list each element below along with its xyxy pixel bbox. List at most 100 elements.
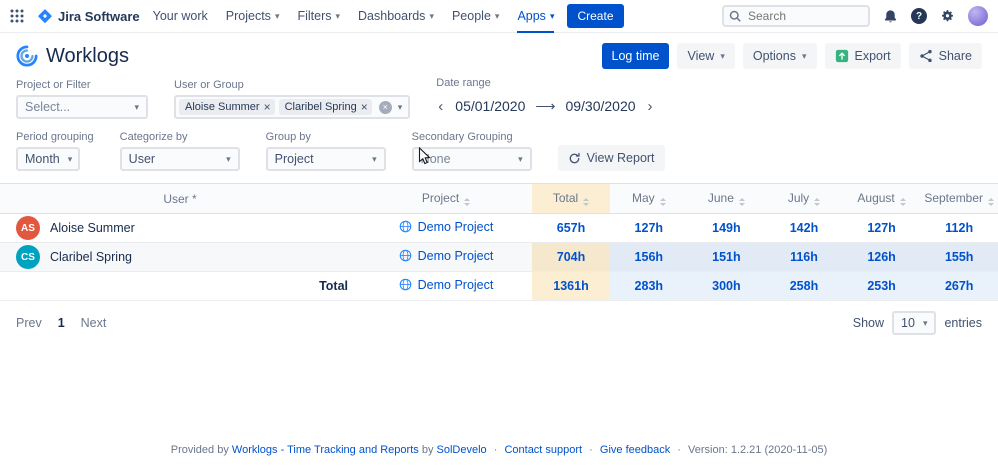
project-cell: Demo Project [360,213,532,243]
hours-link[interactable]: 127h [867,221,896,235]
column-header-august[interactable]: August [842,183,921,214]
date-range-group: Date range ‹ 05/01/2020 ⟶ 09/30/2020 › [436,77,654,119]
hours-link[interactable]: 267h [945,279,974,293]
nav-people[interactable]: People ▾ [452,0,499,33]
nav-filters[interactable]: Filters ▾ [297,0,340,33]
total-hours-link[interactable]: 657h [557,221,586,235]
period-grouping-select[interactable]: Month ▾ [16,147,80,171]
prev-page-button[interactable]: Prev [16,316,42,330]
separator-dot: · [589,444,593,456]
plugin-footer: Provided by Worklogs - Time Tracking and… [0,434,998,470]
hours-link[interactable]: 258h [790,279,819,293]
categorize-by-select[interactable]: User ▾ [119,147,240,171]
project-link[interactable]: Demo Project [418,249,494,263]
secondary-grouping-select[interactable]: None ▾ [411,147,532,171]
project-or-filter-select[interactable]: Select... ▾ [16,95,148,119]
hours-link[interactable]: 300h [712,279,741,293]
options-dropdown-button[interactable]: Options ▾ [742,43,817,69]
hours-link[interactable]: 127h [635,221,664,235]
nav-your-work[interactable]: Your work [153,0,208,33]
page-title: Worklogs [46,44,129,67]
share-button[interactable]: Share [908,43,982,69]
create-button[interactable]: Create [567,4,624,28]
worklogs-plugin-link[interactable]: Worklogs - Time Tracking and Reports [232,444,419,456]
project-cell: Demo Project [360,271,532,301]
clear-all-icon[interactable]: × [378,100,392,114]
page-number[interactable]: 1 [58,316,65,330]
hours-link[interactable]: 151h [712,250,741,264]
view-report-button[interactable]: View Report [557,145,665,171]
column-header-june[interactable]: June [687,183,766,214]
column-header-july[interactable]: July [765,183,843,214]
date-prev-icon[interactable]: ‹ [436,99,445,114]
hours-link[interactable]: 116h [790,250,818,264]
worklogs-table: User * Project Total May June July Augus… [0,183,998,301]
help-icon[interactable]: ? [911,8,927,24]
nav-projects[interactable]: Projects ▾ [226,0,280,33]
app-switcher-icon[interactable] [10,9,24,23]
hours-link[interactable]: 156h [635,250,664,264]
user-name: Aloise Summer [50,221,135,235]
date-next-icon[interactable]: › [646,99,655,114]
notifications-bell-icon[interactable] [883,9,898,24]
hours-link[interactable]: 126h [867,250,896,264]
main-navigation: Your work Projects ▾ Filters ▾ Dashboards ▾… [153,0,555,33]
total-hours-link[interactable]: 704h [557,250,586,264]
total-row-label: Total [0,271,360,301]
hours-link[interactable]: 283h [635,279,664,293]
hours-link[interactable]: 155h [945,250,974,264]
chevron-down-icon: ▾ [494,10,500,21]
view-dropdown-button[interactable]: View ▾ [677,43,735,69]
nav-dashboards[interactable]: Dashboards ▾ [358,0,434,33]
next-page-button[interactable]: Next [81,316,107,330]
chevron-down-icon: ▾ [720,50,725,61]
total-hours-link[interactable]: 1361h [553,279,588,293]
jira-worklogs-page: Jira Software Your work Projects ▾ Filter… [0,0,998,470]
nav-apps[interactable]: Apps ▾ [517,0,554,33]
project-link[interactable]: Demo Project [418,278,494,292]
header-actions: Log time View ▾ Options ▾ Export Share [601,43,982,69]
page-header: Worklogs Log time View ▾ Options ▾ Expor… [0,33,998,77]
column-header-user[interactable]: User * [0,183,360,214]
categorize-by-label: Categorize by [119,131,188,143]
page-size-select[interactable]: 10 ▾ [892,311,937,335]
sort-icon [899,198,906,206]
vendor-link[interactable]: SolDevelo [437,444,487,456]
search-input[interactable] [722,5,870,27]
hours-link[interactable]: 253h [867,279,896,293]
brand-text: Jira Software [58,8,140,24]
export-button[interactable]: Export [824,43,901,69]
worklogs-logo [16,45,38,67]
july-cell: 258h [765,271,843,301]
period-grouping-label: Period grouping [16,131,94,143]
date-end[interactable]: 09/30/2020 [565,98,635,114]
jira-logo[interactable]: Jira Software [37,8,140,24]
log-time-button[interactable]: Log time [601,43,670,69]
column-header-may[interactable]: May [610,183,688,214]
secondary-grouping-label: Secondary Grouping [411,131,513,143]
remove-tag-icon[interactable]: × [264,101,271,113]
hours-link[interactable]: 149h [712,221,741,235]
column-header-total[interactable]: Total [532,183,610,214]
september-cell: 112h [920,213,998,243]
give-feedback-link[interactable]: Give feedback [600,444,670,456]
hours-link[interactable]: 142h [790,221,819,235]
august-cell: 253h [842,271,921,301]
user-or-group-multiselect[interactable]: Aloise Summer × Claribel Spring × × ▾ [174,95,411,119]
entries-label: entries [944,316,982,330]
contact-support-link[interactable]: Contact support [504,444,582,456]
column-header-project[interactable]: Project [360,183,532,214]
column-header-september[interactable]: September [920,183,998,214]
separator-dot: · [493,444,498,456]
settings-gear-icon[interactable] [940,9,955,24]
remove-tag-icon[interactable]: × [361,101,368,113]
total-cell: 1361h [532,271,610,301]
user-avatar[interactable] [968,6,988,26]
title-area: Worklogs [16,45,129,68]
project-link[interactable]: Demo Project [418,220,494,234]
hours-link[interactable]: 112h [945,221,973,235]
user-cell: AS Aloise Summer [0,213,360,243]
date-start[interactable]: 05/01/2020 [455,98,525,114]
group-by-select[interactable]: Project ▾ [265,147,386,171]
sort-icon [659,198,666,206]
